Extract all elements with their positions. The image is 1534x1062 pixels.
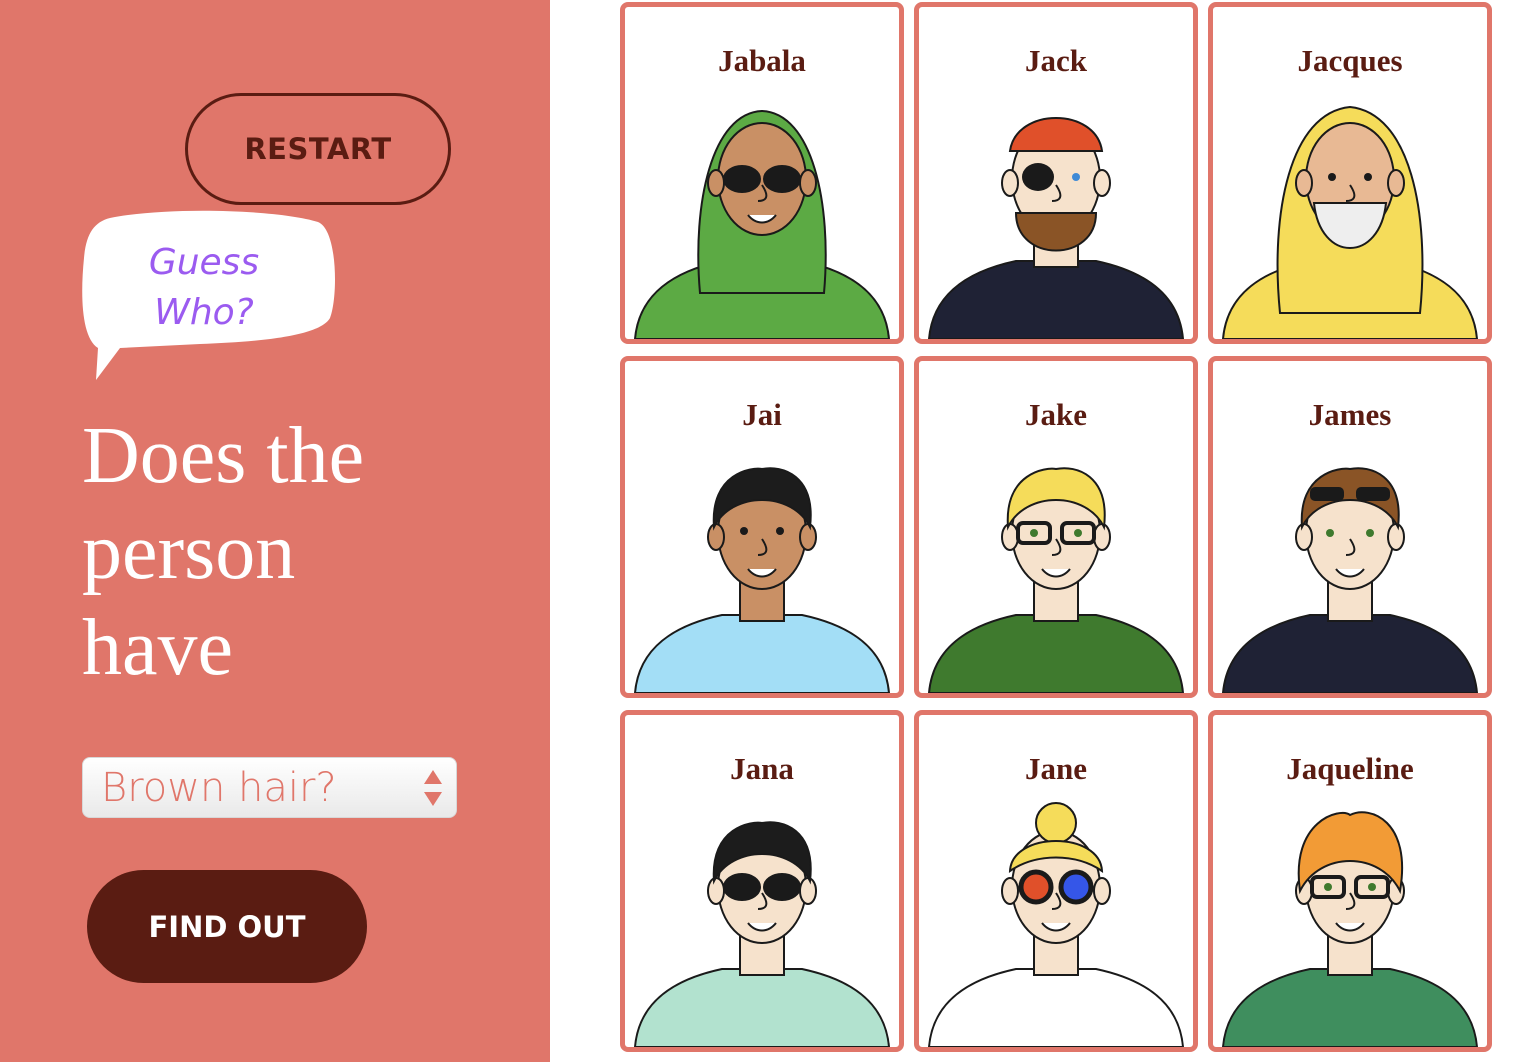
logo-text: Guess Who? [104,238,304,338]
select-value: Brown hair? [101,765,337,811]
character-card[interactable]: Jana [620,710,904,1052]
character-card[interactable]: Jacques [1208,2,1492,344]
character-card[interactable]: Jaqueline [1208,710,1492,1052]
character-name: Jaqueline [1286,751,1414,786]
question-text: Does the person have [82,408,502,696]
sidebar: RESTART Guess Who? Does the person have … [0,0,550,1062]
character-board: Jabala Jack Jacques Jai Jake James Jana … [620,2,1492,1054]
logo-line-who: Who? [154,292,254,333]
portrait-jaqueline-image [1221,811,1479,1047]
character-card[interactable]: James [1208,356,1492,698]
character-card[interactable]: Jai [620,356,904,698]
character-card[interactable]: Jake [914,356,1198,698]
portrait-james-image [1221,467,1479,693]
character-name: James [1308,397,1392,432]
character-card[interactable]: Jane [914,710,1198,1052]
character-card[interactable]: Jack [914,2,1198,344]
character-name: Jana [730,751,794,786]
question-line: have [82,604,234,692]
character-name: Jacques [1297,43,1403,78]
question-line: Does the [82,412,365,500]
character-name: Jane [1025,751,1087,786]
character-name: Jai [742,397,782,432]
portrait-jana-image [633,821,891,1047]
portrait-jai-image [633,467,891,693]
question-line: person [82,508,296,596]
select-arrows-icon [424,770,442,806]
character-name: Jabala [718,43,806,78]
portrait-jane-image [927,802,1185,1047]
logo-line-guess: Guess [148,242,260,283]
question-select[interactable]: Brown hair? [82,757,457,818]
portrait-jack-image [927,117,1185,339]
portrait-jabala-image [633,109,891,339]
portrait-jake-image [927,467,1185,693]
find-out-button[interactable]: FIND OUT [87,870,367,983]
character-card[interactable]: Jabala [620,2,904,344]
restart-button[interactable]: RESTART [185,93,451,205]
character-name: Jake [1025,397,1087,432]
character-name: Jack [1025,43,1087,78]
portrait-jacques-image [1221,105,1479,339]
